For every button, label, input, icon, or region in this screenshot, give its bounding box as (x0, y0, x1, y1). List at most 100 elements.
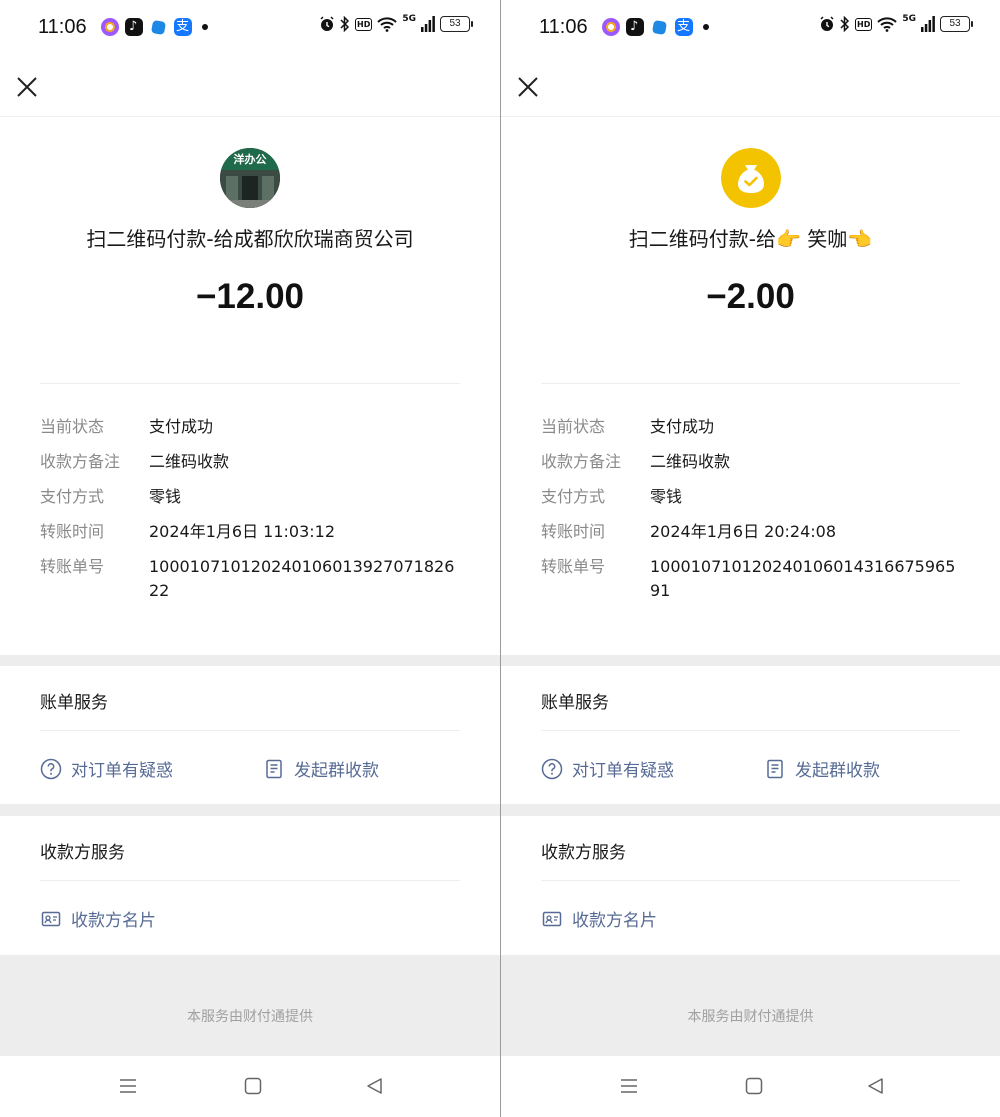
alarm-icon (320, 16, 334, 31)
detail-value: 零钱 (149, 487, 182, 506)
payee-service-section: 收款方服务 收款方名片 (0, 816, 500, 955)
page-header (501, 58, 1000, 117)
detail-row-number: 转账单号 10001071012024010601392707182622 (40, 555, 460, 603)
merchant-title: 扫二维码付款-给成都欣欣瑞商贸公司 (86, 227, 414, 251)
detail-row-remark: 收款方备注 二维码收款 (40, 450, 460, 474)
detail-row-time: 转账时间 2024年1月6日 11:03:12 (40, 520, 460, 544)
detail-value: 二维码收款 (650, 452, 731, 471)
wifi-icon (377, 17, 398, 32)
provider-footer: 本服务由财付通提供 (687, 1009, 814, 1025)
order-question-label: 对订单有疑惑 (71, 761, 173, 781)
close-icon[interactable] (517, 76, 539, 98)
menu-nav-icon[interactable] (118, 1076, 138, 1096)
notification-icons (101, 18, 208, 36)
detail-row-status: 当前状态 支付成功 (541, 415, 960, 439)
detail-value: 10001071012024010601431667596591 (650, 557, 956, 600)
payment-detail-screen-1: 11:06 HD 5G 53 洋办公 (0, 0, 500, 1117)
payment-amount: −12.00 (195, 277, 305, 316)
battery-icon: 53 (940, 16, 973, 32)
contact-card-icon (542, 911, 562, 926)
payment-summary-card: 洋办公 扫二维码付款-给成都欣欣瑞商贸公司 −12.00 当前状态 支付成功 收… (0, 117, 500, 655)
section-title: 收款方服务 (40, 843, 125, 863)
detail-value: 10001071012024010601392707182622 (149, 557, 455, 600)
detail-label: 转账时间 (40, 522, 105, 541)
signal-icon (421, 16, 435, 32)
divider (40, 880, 460, 881)
provider-footer: 本服务由财付通提供 (187, 1009, 313, 1025)
order-question-button[interactable]: 对订单有疑惑 (40, 756, 173, 781)
hd-icon: HD (855, 17, 873, 31)
network-type-label: 5G (402, 14, 416, 24)
payee-card-button[interactable]: 收款方名片 (40, 906, 156, 931)
status-bar: 11:06 HD 5G 53 (501, 0, 1000, 58)
section-title: 账单服务 (541, 693, 609, 713)
group-collect-button[interactable]: 发起群收款 (263, 756, 379, 781)
detail-label: 当前状态 (40, 417, 105, 436)
payee-card-label: 收款方名片 (71, 911, 156, 931)
detail-label: 转账单号 (40, 557, 105, 576)
detail-row-number: 转账单号 10001071012024010601431667596591 (541, 555, 960, 603)
payee-service-section: 收款方服务 收款方名片 (501, 816, 1000, 955)
divider (541, 730, 960, 731)
group-collect-label: 发起群收款 (795, 761, 880, 781)
hd-icon: HD (355, 17, 373, 31)
detail-label: 转账单号 (541, 557, 606, 576)
detail-row-remark: 收款方备注 二维码收款 (541, 450, 960, 474)
douyin-notification-icon (125, 18, 143, 36)
merchant-avatar: 洋办公 (220, 148, 280, 208)
app-notification-icon (602, 18, 620, 36)
bill-service-section: 账单服务 对订单有疑惑 发起群收款 (0, 666, 500, 804)
receipt-icon (266, 759, 282, 778)
detail-row-method: 支付方式 零钱 (40, 485, 460, 509)
contact-card-icon (41, 911, 61, 926)
back-nav-icon[interactable] (866, 1076, 886, 1096)
group-collect-button[interactable]: 发起群收款 (764, 756, 880, 781)
detail-value: 2024年1月6日 20:24:08 (650, 522, 837, 541)
menu-nav-icon[interactable] (619, 1076, 639, 1096)
divider (40, 383, 460, 384)
payee-card-button[interactable]: 收款方名片 (541, 906, 657, 931)
app-notification-icon (651, 19, 668, 35)
payment-detail-screen-2: 11:06 HD 5G 53 扫 (500, 0, 1000, 1117)
bluetooth-icon (340, 16, 350, 32)
status-time: 11:06 (539, 16, 588, 38)
detail-value: 二维码收款 (149, 452, 230, 471)
order-question-button[interactable]: 对订单有疑惑 (541, 756, 674, 781)
question-icon (541, 758, 563, 779)
detail-row-time: 转账时间 2024年1月6日 20:24:08 (541, 520, 960, 544)
detail-row-method: 支付方式 零钱 (541, 485, 960, 509)
detail-value: 零钱 (650, 487, 683, 506)
system-status-icons: HD 5G 53 (819, 14, 973, 32)
payee-card-label: 收款方名片 (572, 911, 657, 931)
detail-value: 支付成功 (650, 417, 715, 436)
payment-details: 当前状态 支付成功 收款方备注 二维码收款 支付方式 零钱 转账时间 2024年… (40, 415, 460, 614)
network-type-label: 5G (902, 14, 916, 24)
back-nav-icon[interactable] (365, 1076, 385, 1096)
group-collect-label: 发起群收款 (294, 761, 379, 781)
merchant-avatar (721, 148, 781, 208)
payment-amount: −2.00 (706, 277, 795, 316)
close-icon[interactable] (16, 76, 38, 98)
home-nav-icon[interactable] (744, 1076, 764, 1096)
notification-icons (602, 18, 709, 36)
detail-label: 当前状态 (541, 417, 606, 436)
detail-value: 支付成功 (149, 417, 214, 436)
money-bag-icon (721, 148, 781, 208)
divider (541, 383, 960, 384)
home-nav-icon[interactable] (243, 1076, 263, 1096)
status-time: 11:06 (38, 16, 87, 38)
system-navigation-bar (501, 1056, 1000, 1117)
app-notification-icon (101, 18, 119, 36)
system-status-icons: HD 5G 53 (319, 14, 473, 32)
alipay-notification-icon (174, 18, 192, 36)
section-title: 账单服务 (40, 693, 108, 713)
page-header (0, 58, 500, 117)
alipay-notification-icon (675, 18, 693, 36)
signal-icon (921, 16, 935, 32)
douyin-notification-icon (626, 18, 644, 36)
storefront-image: 洋办公 (220, 148, 280, 208)
divider (541, 880, 960, 881)
more-notifications-icon (703, 24, 709, 30)
question-icon (40, 758, 62, 779)
system-navigation-bar (0, 1056, 500, 1117)
